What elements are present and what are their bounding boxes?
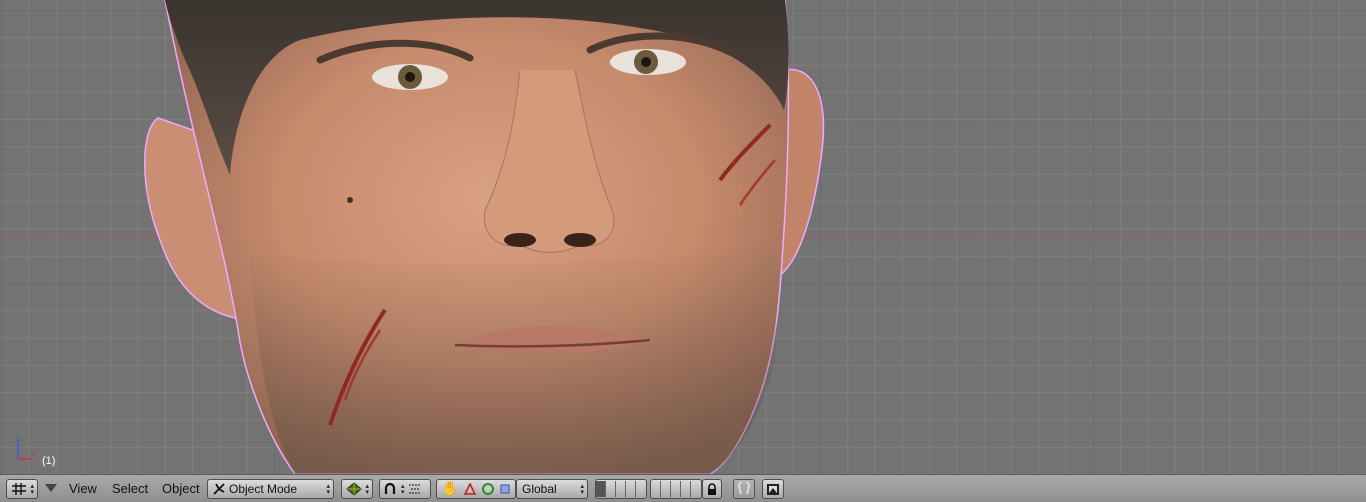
axis-gizmo: z x xyxy=(16,434,35,460)
object-mode-icon xyxy=(213,483,225,495)
lock-layers-button[interactable] xyxy=(702,479,722,499)
manipulator-group: ✋ xyxy=(436,479,516,499)
triangle-icon[interactable] xyxy=(464,483,477,495)
shading-sphere-icon xyxy=(346,482,362,496)
mode-dropdown[interactable]: Object Mode ▴ ▾ xyxy=(207,479,334,499)
viewport-shading-dropdown[interactable]: ▴ ▾ xyxy=(341,479,373,499)
snap-toggle[interactable] xyxy=(733,479,755,499)
mode-dropdown-value: Object Mode xyxy=(229,482,298,496)
square-icon[interactable] xyxy=(500,484,510,494)
3d-viewport[interactable]: z x (1) xyxy=(0,0,1366,474)
axis-label-z: z xyxy=(16,434,20,443)
render-icon xyxy=(767,483,779,495)
menu-select[interactable]: Select xyxy=(112,481,148,497)
mole xyxy=(347,197,353,203)
menu-object[interactable]: Object xyxy=(162,481,200,497)
render-preview-button[interactable] xyxy=(762,479,784,499)
layer-buttons-group-1[interactable] xyxy=(595,479,647,499)
pivot-point-dropdown[interactable]: ▴ ▾ xyxy=(379,479,431,499)
layer-1[interactable] xyxy=(596,481,606,497)
ring-icon[interactable] xyxy=(481,482,495,496)
lock-icon xyxy=(708,482,716,495)
collapse-menu-toggle[interactable] xyxy=(45,484,57,492)
axis-label-x: x xyxy=(31,449,35,458)
layer-buttons-group-2[interactable] xyxy=(650,479,702,499)
beard-shadow xyxy=(250,240,780,474)
face-mesh[interactable] xyxy=(0,0,1366,474)
pivot-options-icon xyxy=(408,484,421,494)
grid-icon xyxy=(12,483,26,495)
editor-type-button[interactable]: ▴ ▾ xyxy=(6,479,38,499)
pivot-point-icon xyxy=(384,482,396,494)
viewport-header: ▴ ▾ View Select Object Object Mode ▴ ▾ ▴ ▾ … xyxy=(0,474,1366,502)
orientation-dropdown-value: Global xyxy=(522,482,557,496)
transform-orientation-dropdown[interactable]: Global ▴ ▾ xyxy=(516,479,588,499)
magnet-icon xyxy=(737,482,751,495)
hand-icon[interactable]: ✋ xyxy=(442,481,459,497)
frame-number: (1) xyxy=(42,455,56,467)
menu-view[interactable]: View xyxy=(69,481,97,497)
